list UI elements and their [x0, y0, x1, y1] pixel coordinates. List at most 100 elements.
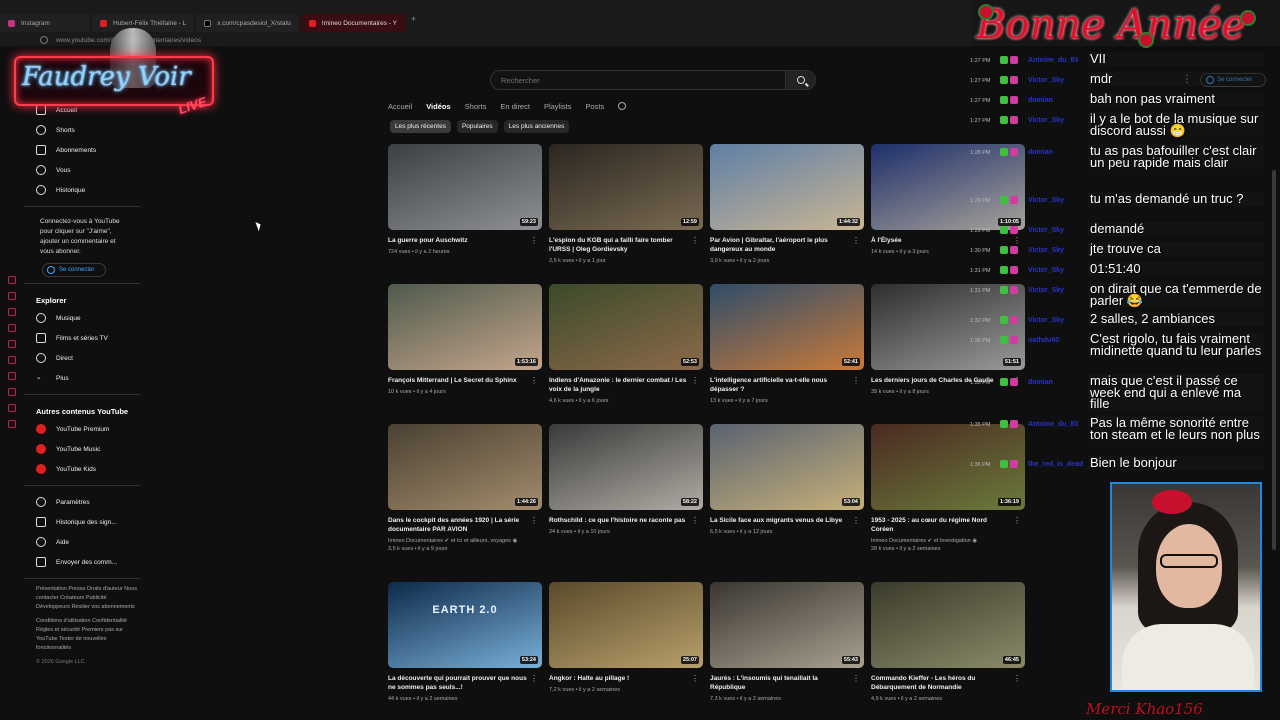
video-card[interactable]: 59:23 La guerre pour Auschwitz 724 vues • …: [388, 144, 542, 256]
more-actions-icon[interactable]: ⋮: [530, 376, 538, 385]
sidebar-signin-button[interactable]: Se connecter: [42, 263, 106, 277]
more-actions-icon[interactable]: ⋮: [1013, 674, 1021, 683]
video-thumbnail[interactable]: 1:53:16: [388, 284, 542, 370]
more-actions-icon[interactable]: ⋮: [852, 516, 860, 525]
video-thumbnail[interactable]: 12:59: [549, 144, 703, 230]
video-title[interactable]: Par Avion | Gibraltar, l'aéroport le plu…: [710, 236, 850, 254]
video-card[interactable]: 52:41 L'intelligence artificielle va-t-el…: [710, 284, 864, 405]
shortcut-icon[interactable]: [8, 404, 16, 412]
video-meta: Imineo Documentaires ✔ et Investigation …: [871, 538, 978, 552]
sidebar-item-feedback[interactable]: Envoyer des comm...: [24, 552, 140, 572]
chip-popular[interactable]: Populaires: [456, 120, 498, 133]
video-card[interactable]: 46:45 Commando Kieffer - Les héros du Déb…: [871, 582, 1025, 703]
video-title[interactable]: François Mitterrand | Le Secret du Sphin…: [388, 376, 528, 385]
more-actions-icon[interactable]: ⋮: [530, 236, 538, 245]
video-title[interactable]: Angkor : Halte au pillage !: [549, 674, 689, 683]
video-thumbnail[interactable]: 1:44:26: [388, 424, 542, 510]
shortcut-icon[interactable]: [8, 292, 16, 300]
shortcut-icon[interactable]: [8, 324, 16, 332]
more-actions-icon[interactable]: ⋮: [691, 516, 699, 525]
more-actions-icon[interactable]: ⋮: [852, 376, 860, 385]
video-card[interactable]: EARTH 2.0 53:24 La découverte qui pourrait…: [388, 582, 542, 703]
video-card[interactable]: 58:22 Rothschild : ce que l'histoire ne r…: [549, 424, 703, 536]
shortcut-icon[interactable]: [8, 420, 16, 428]
shortcut-icon[interactable]: [8, 340, 16, 348]
shortcut-icon[interactable]: [8, 388, 16, 396]
more-actions-icon[interactable]: ⋮: [530, 516, 538, 525]
sidebar-item-you[interactable]: Vous: [24, 160, 140, 180]
video-title[interactable]: Indiens d'Amazonie : le dernier combat /…: [549, 376, 689, 394]
video-thumbnail[interactable]: 1:44:32: [710, 144, 864, 230]
sidebar-item-help[interactable]: Aide: [24, 532, 140, 552]
video-card[interactable]: 1:44:32 Par Avion | Gibraltar, l'aéroport…: [710, 144, 864, 265]
video-thumbnail[interactable]: 59:23: [388, 144, 542, 230]
more-actions-icon[interactable]: ⋮: [852, 674, 860, 683]
video-title[interactable]: Rothschild : ce que l'histoire ne racont…: [549, 516, 689, 525]
video-card[interactable]: 1:44:26 Dans le cockpit des années 1920 |…: [388, 424, 542, 553]
more-actions-icon[interactable]: ⋮: [691, 376, 699, 385]
video-thumbnail[interactable]: 52:53: [549, 284, 703, 370]
sidebar-item-music[interactable]: Musique: [24, 308, 140, 328]
video-thumbnail[interactable]: EARTH 2.0 53:24: [388, 582, 542, 668]
scrollbar[interactable]: [1272, 170, 1276, 550]
video-title[interactable]: Jaurès : L'insoumis qui tenaillait la Ré…: [710, 674, 850, 692]
sidebar-item-live[interactable]: Direct: [24, 348, 140, 368]
chat-badges: [1000, 416, 1028, 428]
search-button[interactable]: [785, 71, 815, 89]
tab-shorts[interactable]: Shorts: [465, 102, 487, 111]
search-input[interactable]: [491, 75, 785, 85]
footer-links-primary[interactable]: Présentation Presse Droits d'auteur Nous…: [24, 585, 140, 612]
history-icon: [36, 185, 46, 195]
sidebar-item-premium[interactable]: YouTube Premium: [24, 419, 140, 439]
more-actions-icon[interactable]: ⋮: [691, 236, 699, 245]
video-title[interactable]: L'espion du KGB qui a failli faire tombe…: [549, 236, 689, 254]
new-tab-button[interactable]: +: [407, 14, 420, 32]
sidebar-item-kids[interactable]: YouTube Kids: [24, 459, 140, 479]
tab-imineo[interactable]: Imineo Documentaires - Y: [300, 14, 405, 32]
chip-latest[interactable]: Les plus récentes: [390, 120, 451, 133]
more-actions-icon[interactable]: ⋮: [691, 674, 699, 683]
sidebar-item-more[interactable]: ⌄ Plus: [24, 368, 140, 388]
shortcut-icon[interactable]: [8, 308, 16, 316]
channel-search-icon[interactable]: [618, 102, 627, 110]
more-actions-icon[interactable]: ⋮: [1013, 516, 1021, 525]
sidebar-item-report-history[interactable]: Historique des sign...: [24, 512, 140, 532]
video-title[interactable]: L'intelligence artificielle va-t-elle no…: [710, 376, 850, 394]
chip-oldest[interactable]: Les plus anciennes: [503, 120, 570, 133]
tab-home[interactable]: Accueil: [388, 102, 412, 111]
video-title[interactable]: Commando Kieffer - Les héros du Débarque…: [871, 674, 1011, 692]
video-thumbnail[interactable]: 55:43: [710, 582, 864, 668]
tab-posts[interactable]: Posts: [585, 102, 604, 111]
footer-links-secondary[interactable]: Conditions d'utilisation Confidentialité…: [24, 617, 140, 653]
shortcut-icon[interactable]: [8, 372, 16, 380]
video-thumbnail[interactable]: 52:41: [710, 284, 864, 370]
video-card[interactable]: 12:59 L'espion du KGB qui a failli faire …: [549, 144, 703, 265]
video-title[interactable]: La découverte qui pourrait prouver que n…: [388, 674, 528, 692]
sidebar-item-music-app[interactable]: YouTube Music: [24, 439, 140, 459]
video-thumbnail[interactable]: 58:22: [549, 424, 703, 510]
shortcut-icon[interactable]: [8, 356, 16, 364]
more-actions-icon[interactable]: ⋮: [852, 236, 860, 245]
sidebar-item-subscriptions[interactable]: Abonnements: [24, 140, 140, 160]
badge-icon: [1000, 116, 1008, 124]
tab-playlists[interactable]: Playlists: [544, 102, 572, 111]
tab-videos[interactable]: Vidéos: [426, 102, 450, 111]
sidebar-item-settings[interactable]: Paramètres: [24, 492, 140, 512]
video-thumbnail[interactable]: 53:04: [710, 424, 864, 510]
tab-live[interactable]: En direct: [500, 102, 530, 111]
video-card[interactable]: 1:53:16 François Mitterrand | Le Secret d…: [388, 284, 542, 396]
shortcut-icon[interactable]: [8, 276, 16, 284]
video-thumbnail[interactable]: 25:07: [549, 582, 703, 668]
video-card[interactable]: 25:07 Angkor : Halte au pillage ! 7,2 k vu…: [549, 582, 703, 694]
sidebar-item-history[interactable]: Historique: [24, 180, 140, 200]
video-thumbnail[interactable]: 46:45: [871, 582, 1025, 668]
video-card[interactable]: 53:04 La Sicile face aux migrants venus d…: [710, 424, 864, 536]
video-card[interactable]: 52:53 Indiens d'Amazonie : le dernier com…: [549, 284, 703, 405]
sidebar-item-films[interactable]: Films et séries TV: [24, 328, 140, 348]
more-actions-icon[interactable]: ⋮: [530, 674, 538, 683]
video-title[interactable]: 1953 - 2025 : au cœur du régime Nord Cor…: [871, 516, 1011, 534]
video-title[interactable]: La Sicile face aux migrants venus de Lib…: [710, 516, 850, 525]
video-title[interactable]: La guerre pour Auschwitz: [388, 236, 528, 245]
video-title[interactable]: Dans le cockpit des années 1920 | La sér…: [388, 516, 528, 534]
video-card[interactable]: 55:43 Jaurès : L'insoumis qui tenaillait …: [710, 582, 864, 703]
